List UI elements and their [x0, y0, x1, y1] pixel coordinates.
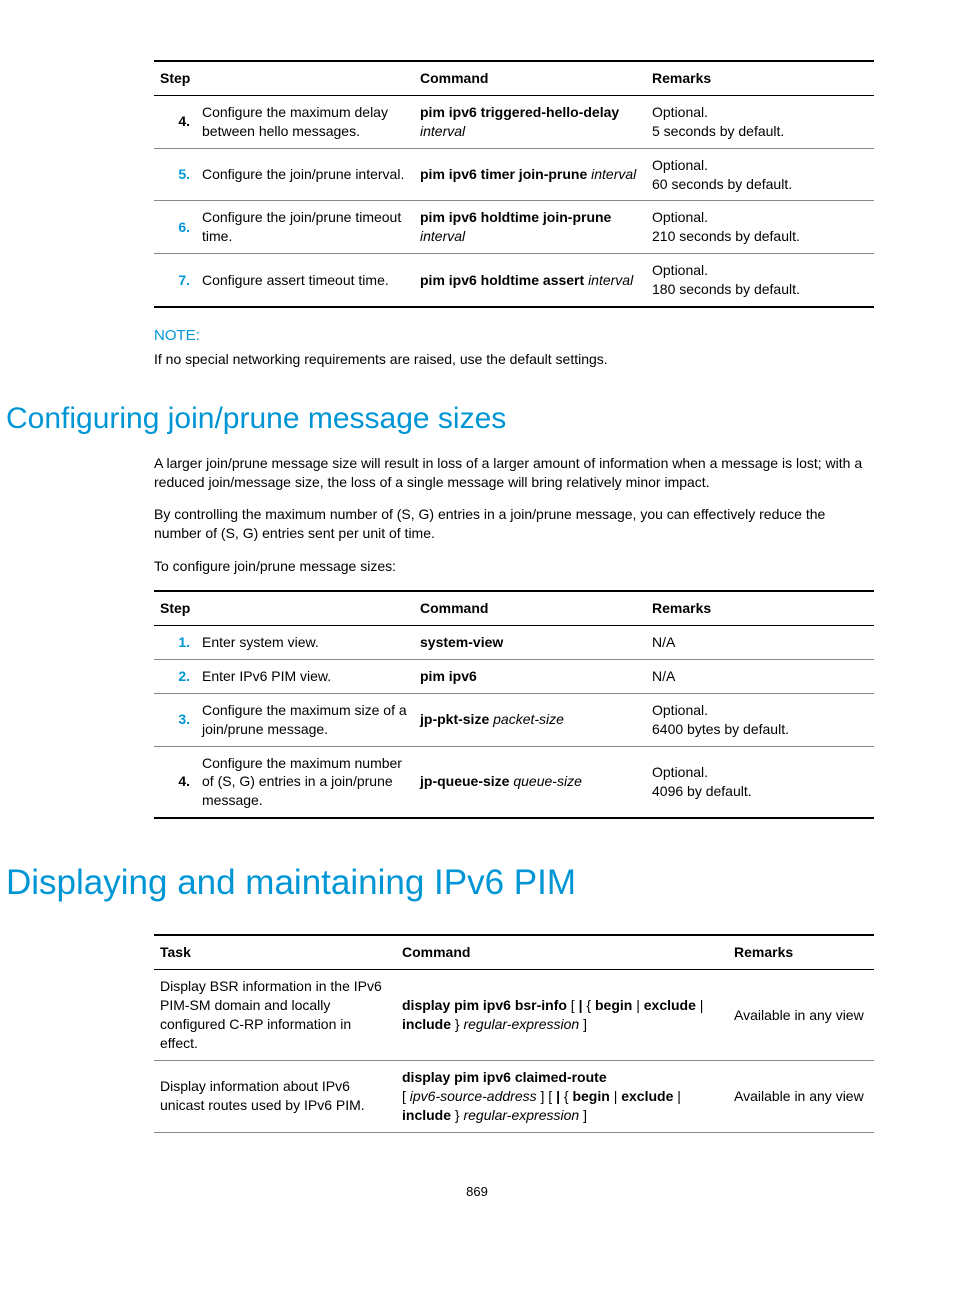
table-row: 4. Configure the maximum delay between h…	[154, 95, 874, 148]
task-desc: Display BSR information in the IPv6 PIM-…	[154, 970, 396, 1061]
th-remarks: Remarks	[646, 591, 874, 625]
task-cmd: display pim ipv6 claimed-route[ ipv6-sou…	[396, 1060, 728, 1132]
page-number: 869	[80, 1183, 874, 1201]
step-num: 5.	[154, 148, 196, 201]
step-cmd: pim ipv6 timer join-prune interval	[414, 148, 646, 201]
th-step: Step	[154, 61, 414, 95]
step-rem: N/A	[646, 626, 874, 660]
step-rem: Optional.180 seconds by default.	[646, 254, 874, 307]
table-row: 5. Configure the join/prune interval. pi…	[154, 148, 874, 201]
section-heading-displaying: Displaying and maintaining IPv6 PIM	[6, 859, 874, 906]
step-desc: Configure the join/prune interval.	[196, 148, 414, 201]
step-num: 2.	[154, 659, 196, 693]
step-cmd: jp-queue-size queue-size	[414, 746, 646, 818]
task-cmd: display pim ipv6 bsr-info [ | { begin | …	[396, 970, 728, 1061]
table-row: Display information about IPv6 unicast r…	[154, 1060, 874, 1132]
table-row: 3. Configure the maximum size of a join/…	[154, 693, 874, 746]
step-cmd: pim ipv6	[414, 659, 646, 693]
step-desc: Configure the join/prune timeout time.	[196, 201, 414, 254]
step-rem: N/A	[646, 659, 874, 693]
step-cmd: pim ipv6 triggered-hello-delay interval	[414, 95, 646, 148]
step-num: 6.	[154, 201, 196, 254]
th-command: Command	[396, 935, 728, 969]
table-row: Display BSR information in the IPv6 PIM-…	[154, 970, 874, 1061]
task-desc: Display information about IPv6 unicast r…	[154, 1060, 396, 1132]
step-rem: Optional.4096 by default.	[646, 746, 874, 818]
note-label: NOTE:	[154, 326, 874, 346]
step-desc: Enter system view.	[196, 626, 414, 660]
step-num: 1.	[154, 626, 196, 660]
th-remarks: Remarks	[646, 61, 874, 95]
step-num: 4.	[154, 95, 196, 148]
step-desc: Configure the maximum size of a join/pru…	[196, 693, 414, 746]
paragraph: By controlling the maximum number of (S,…	[154, 505, 874, 543]
step-rem: Optional.210 seconds by default.	[646, 201, 874, 254]
section-heading-configuring: Configuring join/prune message sizes	[6, 399, 874, 440]
paragraph: To configure join/prune message sizes:	[154, 557, 874, 576]
step-desc: Enter IPv6 PIM view.	[196, 659, 414, 693]
th-task: Task	[154, 935, 396, 969]
step-num: 7.	[154, 254, 196, 307]
steps-table-1: Step Command Remarks 4. Configure the ma…	[154, 60, 874, 308]
step-cmd: system-view	[414, 626, 646, 660]
step-rem: Optional.6400 bytes by default.	[646, 693, 874, 746]
steps-table-2: Step Command Remarks 1. Enter system vie…	[154, 590, 874, 819]
note-body: If no special networking requirements ar…	[154, 350, 874, 369]
th-step: Step	[154, 591, 414, 625]
task-rem: Available in any view	[728, 970, 874, 1061]
table-row: 7. Configure assert timeout time. pim ip…	[154, 254, 874, 307]
step-cmd: pim ipv6 holdtime assert interval	[414, 254, 646, 307]
step-desc: Configure the maximum delay between hell…	[196, 95, 414, 148]
tasks-table: Task Command Remarks Display BSR informa…	[154, 934, 874, 1132]
step-cmd: pim ipv6 holdtime join-prune interval	[414, 201, 646, 254]
step-num: 3.	[154, 693, 196, 746]
step-desc: Configure the maximum number of (S, G) e…	[196, 746, 414, 818]
step-cmd: jp-pkt-size packet-size	[414, 693, 646, 746]
table-row: 2. Enter IPv6 PIM view. pim ipv6 N/A	[154, 659, 874, 693]
th-command: Command	[414, 61, 646, 95]
table-row: 4. Configure the maximum number of (S, G…	[154, 746, 874, 818]
step-num: 4.	[154, 746, 196, 818]
step-rem: Optional.60 seconds by default.	[646, 148, 874, 201]
step-desc: Configure assert timeout time.	[196, 254, 414, 307]
th-remarks: Remarks	[728, 935, 874, 969]
task-rem: Available in any view	[728, 1060, 874, 1132]
table-row: 6. Configure the join/prune timeout time…	[154, 201, 874, 254]
table-row: 1. Enter system view. system-view N/A	[154, 626, 874, 660]
paragraph: A larger join/prune message size will re…	[154, 454, 874, 492]
th-command: Command	[414, 591, 646, 625]
step-rem: Optional.5 seconds by default.	[646, 95, 874, 148]
